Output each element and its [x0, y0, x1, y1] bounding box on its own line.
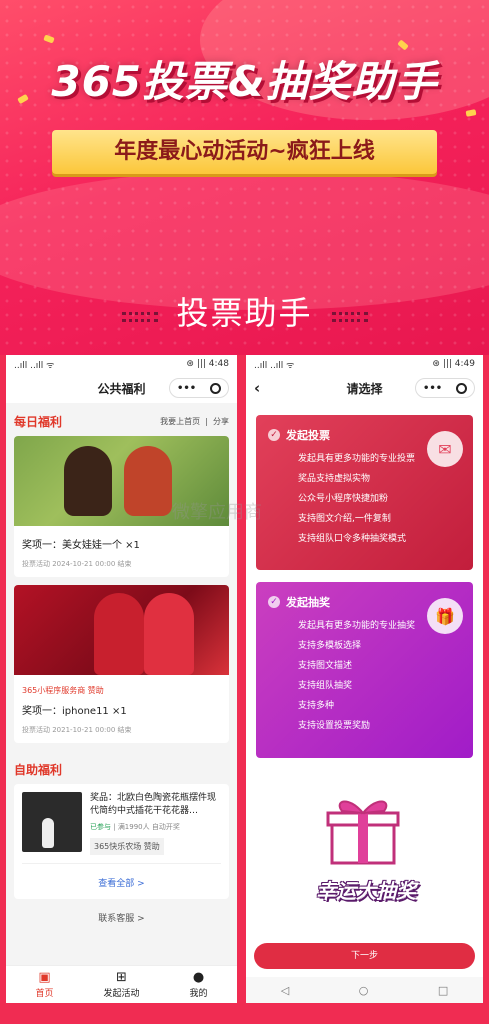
- gift-box-illustration: [326, 800, 400, 865]
- nav-bar: 公共福利 •••: [6, 373, 237, 403]
- tab-create[interactable]: ⊞ 发起活动: [83, 966, 160, 1003]
- feature-item: 支持组队口令多种抽奖模式: [298, 534, 407, 544]
- user-icon: ●: [192, 970, 205, 985]
- share-link[interactable]: 分享: [213, 417, 229, 426]
- phone-screenshot-choose: ..ıll ..ıll ᯤ ⊛ ||| 4:49 ‹ 请选择 ••• ✓ 发起投票…: [246, 355, 483, 1003]
- feature-item: 奖品支持虚拟实物: [298, 474, 371, 484]
- prize-text: 奖项一：美女娃娃一个 ×1: [22, 540, 140, 551]
- joined-badge: 已参与: [90, 823, 111, 831]
- option-title: 发起投票: [286, 429, 330, 442]
- option-lottery[interactable]: ✓ 发起抽奖 🎁 发起具有更多功能的专业抽奖 支持多模板选择 支持图文描述 支持组…: [256, 582, 473, 758]
- daily-header: 每日福利 我要上首页 | 分享: [6, 403, 237, 436]
- draw-rule: 满1990人 自动开奖: [117, 823, 180, 831]
- ribbon-text: 年度最心动活动~疯狂上线: [114, 139, 375, 164]
- hero-ribbon: 年度最心动活动~疯狂上线: [52, 130, 437, 174]
- bride-figure: [144, 593, 194, 675]
- daily-heading: 每日福利: [14, 415, 63, 429]
- self-prize-title: 奖品：北欧白色陶瓷花瓶摆件现代简约中式插花干花花器…: [90, 793, 217, 816]
- miniapp-capsule[interactable]: •••: [169, 378, 229, 398]
- wedding-image: [14, 585, 229, 675]
- contact-service-link[interactable]: 联系客服 >: [6, 899, 237, 936]
- hero-banner: 365投票&抽奖助手 年度最心动活动~疯狂上线 投票助手: [0, 0, 489, 355]
- sponsor-label: 365小程序服务商 赞助: [22, 686, 104, 695]
- phone-screenshot-home: ..ıll ..ıll ᯤ ⊛ ||| 4:48 公共福利 ••• 每日福利 我…: [6, 355, 237, 1003]
- feature-item: 支持多种: [298, 701, 335, 711]
- close-target-icon[interactable]: [210, 382, 222, 394]
- tab-home[interactable]: ▣ 首页: [6, 966, 83, 1003]
- recents-square-icon[interactable]: □: [438, 984, 448, 997]
- status-time: ⊛ ||| 4:48: [186, 359, 229, 369]
- check-icon: ✓: [268, 596, 280, 608]
- end-date: 投票活动 2024-10-21 00:00 结束: [22, 560, 132, 568]
- back-icon[interactable]: ‹: [254, 379, 260, 397]
- more-icon[interactable]: •••: [423, 383, 442, 394]
- plus-icon: ⊞: [116, 970, 127, 985]
- option-vote[interactable]: ✓ 发起投票 ✉ 发起具有更多功能的专业投票 奖品支持虚拟实物 公众号小程序快捷加…: [256, 415, 473, 570]
- miniapp-capsule[interactable]: •••: [415, 378, 475, 398]
- doll-figure: [124, 446, 172, 516]
- prize-text: 奖项一：iphone11 ×1: [22, 706, 127, 717]
- nav-bar: ‹ 请选择 •••: [246, 373, 483, 403]
- to-homepage-link[interactable]: 我要上首页: [160, 417, 200, 426]
- page-title: 请选择: [346, 381, 383, 396]
- option-title: 发起抽奖: [286, 596, 330, 609]
- tab-label: 我的: [189, 989, 208, 999]
- tab-label: 首页: [35, 989, 54, 999]
- section-title: 投票助手: [176, 294, 313, 332]
- system-nav-bar: ◁ ○ □: [246, 977, 483, 1003]
- self-heading: 自助福利: [14, 763, 63, 777]
- feature-item: 支持图文介绍,一件复制: [298, 514, 391, 524]
- hero-title: 365投票&抽奖助手: [51, 57, 438, 106]
- prize-card[interactable]: 365小程序服务商 赞助 奖项一：iphone11 ×1 投票活动 2021-1…: [14, 585, 229, 743]
- gift-icon: 🎁: [427, 598, 463, 634]
- feature-item: 支持组队抽奖: [298, 681, 353, 691]
- home-icon: ▣: [38, 970, 51, 985]
- lucky-draw-banner: 幸运大抽奖: [316, 879, 416, 903]
- home-circle-icon[interactable]: ○: [359, 984, 369, 997]
- back-triangle-icon[interactable]: ◁: [281, 984, 289, 997]
- page-title: 公共福利: [97, 381, 146, 396]
- self-prize-card[interactable]: 奖品：北欧白色陶瓷花瓶摆件现代简约中式插花干花花器… 已参与 | 满1990人 …: [14, 784, 229, 899]
- groom-figure: [94, 593, 144, 675]
- divider: |: [205, 417, 208, 426]
- status-bar: ..ıll ..ıll ᯤ ⊛ ||| 4:49: [246, 355, 483, 373]
- vase-image: [22, 792, 82, 852]
- feature-item: 支持设置投票奖励: [298, 721, 371, 731]
- check-icon: ✓: [268, 429, 280, 441]
- tab-mine[interactable]: ● 我的: [160, 966, 237, 1003]
- view-all-link[interactable]: 查看全部 >: [22, 863, 221, 899]
- end-date: 投票活动 2021-10-21 00:00 结束: [22, 726, 132, 734]
- feature-item: 支持多模板选择: [298, 641, 362, 651]
- more-icon[interactable]: •••: [177, 383, 196, 394]
- doll-image: [14, 436, 229, 526]
- status-time: ⊛ ||| 4:49: [432, 359, 475, 369]
- doll-figure: [64, 446, 112, 516]
- daily-links: 我要上首页 | 分享: [160, 416, 229, 427]
- tab-bar: ▣ 首页 ⊞ 发起活动 ● 我的: [6, 965, 237, 1003]
- signal-icon: ..ıll ..ıll ᯤ: [14, 360, 55, 371]
- next-button[interactable]: 下一步: [254, 943, 475, 969]
- signal-icon: ..ıll ..ıll ᯤ: [254, 360, 295, 371]
- self-header: 自助福利: [6, 751, 237, 784]
- feature-item: 支持图文描述: [298, 661, 353, 671]
- feature-item: 公众号小程序快捷加粉: [298, 494, 389, 504]
- sponsor-tag: 365快乐农场 赞助: [90, 838, 164, 855]
- close-target-icon[interactable]: [456, 382, 468, 394]
- ballot-box-icon: ✉: [427, 431, 463, 467]
- tab-label: 发起活动: [103, 989, 140, 999]
- prize-card[interactable]: 奖项一：美女娃娃一个 ×1 投票活动 2024-10-21 00:00 结束: [14, 436, 229, 577]
- status-bar: ..ıll ..ıll ᯤ ⊛ ||| 4:48: [6, 355, 237, 373]
